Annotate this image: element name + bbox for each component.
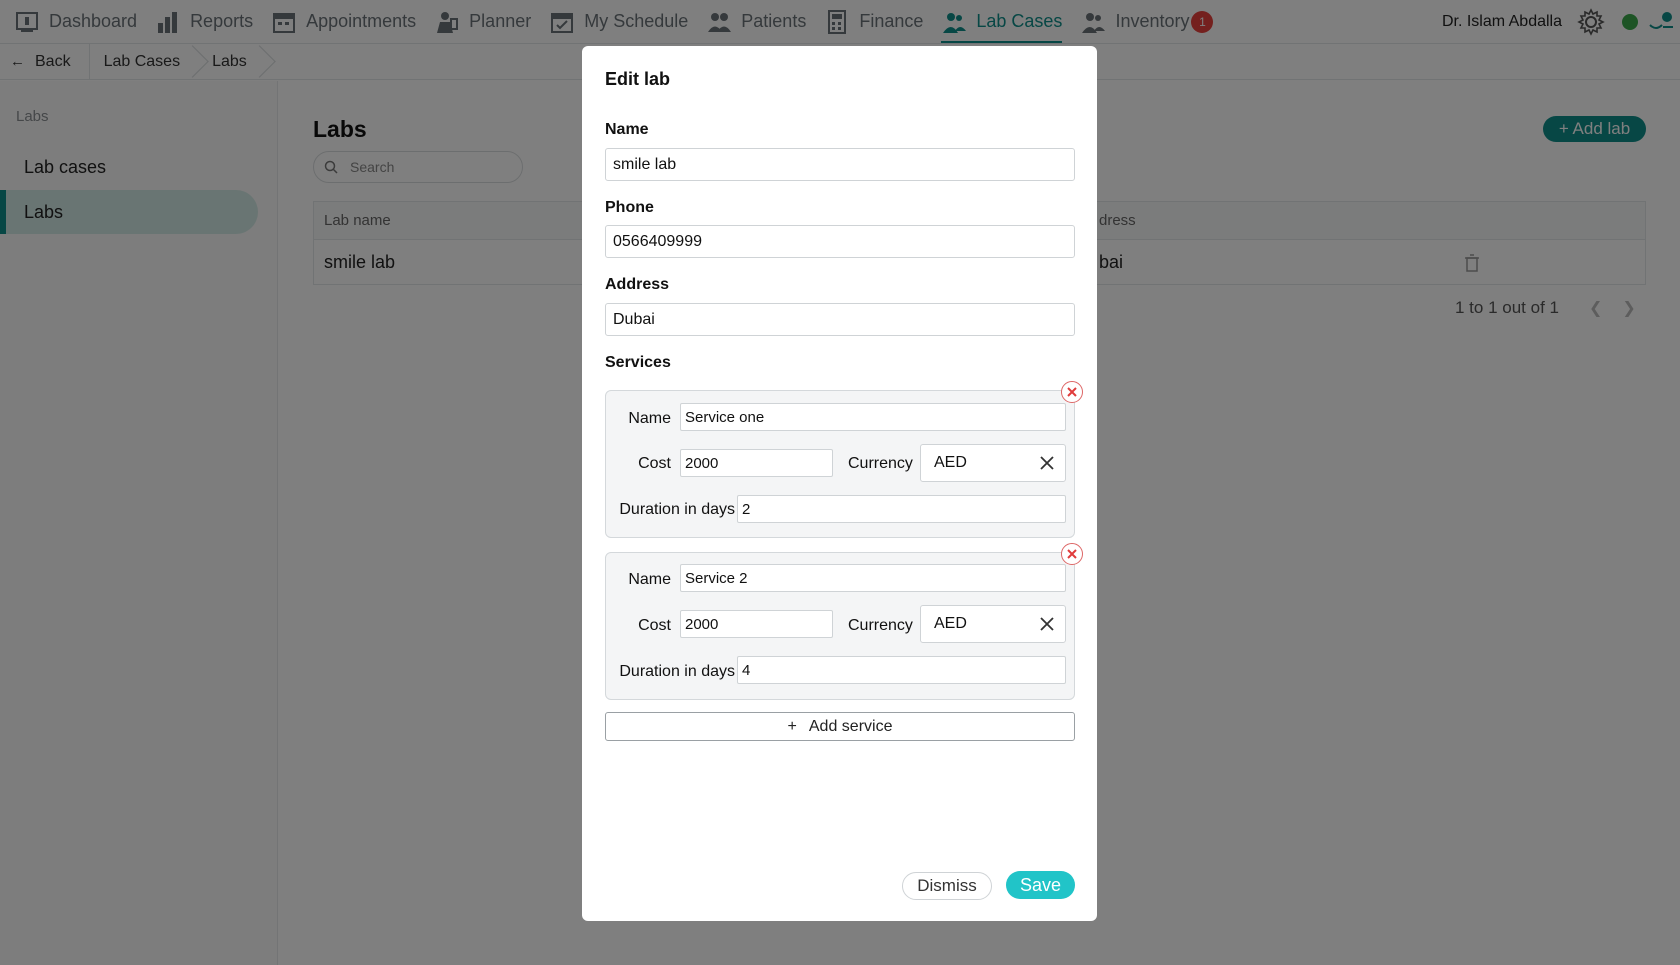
edit-lab-dialog: Edit lab Name Phone Address Services Nam… [582, 46, 1097, 921]
address-label: Address [605, 276, 670, 293]
service-cost-field[interactable] [680, 610, 833, 638]
service-cost-label: Cost [638, 617, 671, 634]
save-button[interactable]: Save [1006, 871, 1075, 899]
phone-field[interactable] [605, 225, 1075, 258]
close-icon [1067, 387, 1077, 397]
service-duration-field[interactable] [737, 656, 1066, 684]
clear-icon[interactable] [1039, 616, 1055, 632]
phone-label: Phone [605, 199, 654, 216]
name-label: Name [605, 121, 649, 138]
service-duration-label: Duration in days [619, 501, 735, 518]
clear-icon[interactable] [1039, 455, 1055, 471]
service-duration-label: Duration in days [619, 663, 735, 680]
address-field[interactable] [605, 303, 1075, 336]
service-currency-select[interactable]: AED [920, 605, 1066, 643]
service-name-label: Name [628, 410, 671, 427]
service-duration-field[interactable] [737, 495, 1066, 523]
dialog-title: Edit lab [605, 69, 671, 89]
service-name-label: Name [628, 571, 671, 588]
service-name-field[interactable] [680, 564, 1066, 592]
service-currency-select[interactable]: AED [920, 444, 1066, 482]
service-card: Name Cost Currency AED Duration in days [605, 390, 1075, 538]
close-icon [1067, 549, 1077, 559]
service-cost-label: Cost [638, 455, 671, 472]
currency-value: AED [934, 615, 967, 632]
dismiss-button[interactable]: Dismiss [902, 872, 992, 900]
services-label: Services [605, 354, 671, 371]
currency-value: AED [934, 454, 967, 471]
remove-service-button[interactable] [1061, 381, 1083, 403]
add-service-button[interactable]: + Add service [605, 712, 1075, 741]
service-cost-field[interactable] [680, 449, 833, 477]
add-service-label: Add service [808, 717, 893, 735]
plus-icon: + [787, 717, 797, 735]
remove-service-button[interactable] [1061, 543, 1083, 565]
service-currency-label: Currency [848, 617, 913, 634]
service-card: Name Cost Currency AED Duration in days [605, 552, 1075, 700]
name-field[interactable] [605, 148, 1075, 181]
service-currency-label: Currency [848, 455, 913, 472]
service-name-field[interactable] [680, 403, 1066, 431]
